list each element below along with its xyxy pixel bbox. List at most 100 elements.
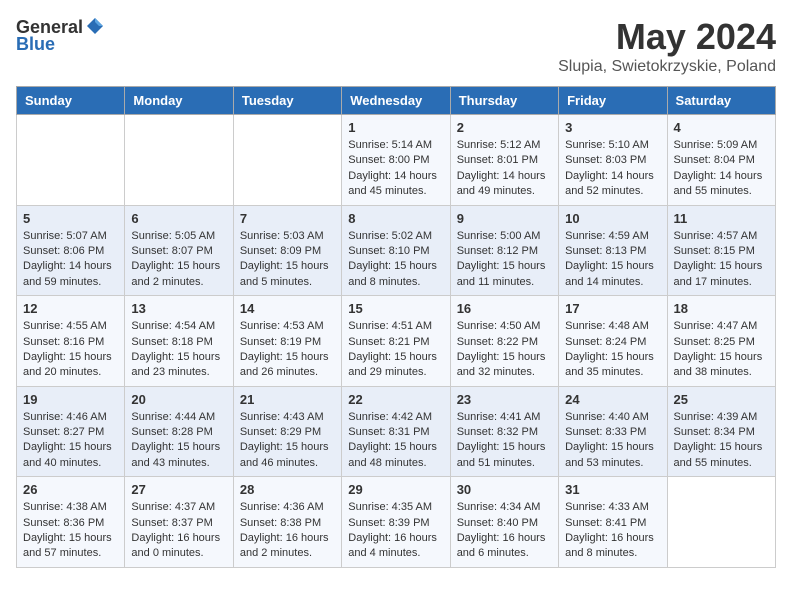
calendar-cell: 25 Sunrise: 4:39 AMSunset: 8:34 PMDayligh… <box>667 386 775 477</box>
sunrise-text: Sunrise: 5:14 AM <box>348 139 432 151</box>
cell-content: Sunrise: 4:36 AMSunset: 8:38 PMDaylight:… <box>240 500 335 562</box>
sunset-text: Sunset: 8:29 PM <box>240 426 321 438</box>
day-number: 29 <box>348 482 443 497</box>
day-number: 21 <box>240 392 335 407</box>
calendar-cell: 20Sunrise: 4:44 AMSunset: 8:28 PMDayligh… <box>125 386 233 477</box>
sunrise-text: Sunrise: 4:35 AM <box>348 501 432 513</box>
sunrise-text: Sunrise: 5:00 AM <box>457 230 541 242</box>
day-number: 22 <box>348 392 443 407</box>
sunset-text: Sunset: 8:06 PM <box>23 245 104 257</box>
sunrise-text: Sunrise: 4:33 AM <box>565 501 649 513</box>
calendar-cell: 6Sunrise: 5:05 AMSunset: 8:07 PMDaylight… <box>125 205 233 296</box>
sunset-text: Sunset: 8:12 PM <box>457 245 538 257</box>
weekday-header-thursday: Thursday <box>450 87 558 115</box>
cell-content: Sunrise: 4:37 AMSunset: 8:37 PMDaylight:… <box>131 500 226 562</box>
weekday-header-wednesday: Wednesday <box>342 87 450 115</box>
day-number: 28 <box>240 482 335 497</box>
sunset-text: Sunset: 8:31 PM <box>348 426 429 438</box>
cell-content: Sunrise: 5:07 AMSunset: 8:06 PMDaylight:… <box>23 229 118 291</box>
daylight-text: Daylight: 15 hours and 38 minutes. <box>674 351 763 378</box>
calendar-cell: 7Sunrise: 5:03 AMSunset: 8:09 PMDaylight… <box>233 205 341 296</box>
sunrise-text: Sunrise: 4:48 AM <box>565 320 649 332</box>
sunrise-text: Sunrise: 5:05 AM <box>131 230 215 242</box>
week-row-2: 5Sunrise: 5:07 AMSunset: 8:06 PMDaylight… <box>17 205 776 296</box>
sunset-text: Sunset: 8:34 PM <box>674 426 755 438</box>
sunset-text: Sunset: 8:01 PM <box>457 154 538 166</box>
calendar-cell: 17Sunrise: 4:48 AMSunset: 8:24 PMDayligh… <box>559 296 667 387</box>
sunrise-text: Sunrise: 4:55 AM <box>23 320 107 332</box>
cell-content: Sunrise: 4:39 AMSunset: 8:34 PMDaylight:… <box>674 410 769 472</box>
location-title: Slupia, Swietokrzyskie, Poland <box>558 58 776 76</box>
sunrise-text: Sunrise: 4:42 AM <box>348 411 432 423</box>
sunset-text: Sunset: 8:21 PM <box>348 336 429 348</box>
weekday-header-sunday: Sunday <box>17 87 125 115</box>
day-number: 19 <box>23 392 118 407</box>
daylight-text: Daylight: 16 hours and 2 minutes. <box>240 532 329 559</box>
cell-content: Sunrise: 4:38 AMSunset: 8:36 PMDaylight:… <box>23 500 118 562</box>
sunset-text: Sunset: 8:25 PM <box>674 336 755 348</box>
weekday-header-monday: Monday <box>125 87 233 115</box>
sunrise-text: Sunrise: 4:38 AM <box>23 501 107 513</box>
sunset-text: Sunset: 8:19 PM <box>240 336 321 348</box>
cell-content: Sunrise: 5:09 AMSunset: 8:04 PMDaylight:… <box>674 138 769 200</box>
daylight-text: Daylight: 15 hours and 23 minutes. <box>131 351 220 378</box>
cell-content: Sunrise: 5:00 AMSunset: 8:12 PMDaylight:… <box>457 229 552 291</box>
logo-blue-text: Blue <box>16 34 55 55</box>
sunset-text: Sunset: 8:07 PM <box>131 245 212 257</box>
cell-content: Sunrise: 4:43 AMSunset: 8:29 PMDaylight:… <box>240 410 335 472</box>
daylight-text: Daylight: 15 hours and 48 minutes. <box>348 441 437 468</box>
calendar-cell: 26Sunrise: 4:38 AMSunset: 8:36 PMDayligh… <box>17 477 125 568</box>
sunset-text: Sunset: 8:40 PM <box>457 517 538 529</box>
daylight-text: Daylight: 14 hours and 49 minutes. <box>457 170 546 197</box>
calendar-cell: 2 Sunrise: 5:12 AM Sunset: 8:01 PM Daylight… <box>450 115 558 206</box>
day-number: 9 <box>457 211 552 226</box>
day-number: 8 <box>348 211 443 226</box>
daylight-text: Daylight: 14 hours and 55 minutes. <box>674 170 763 197</box>
day-number: 11 <box>674 211 769 226</box>
calendar-cell: 19 Sunrise: 4:46 AM Sunset: 8:27 PM Dayligh… <box>17 386 125 477</box>
sunset-text: Sunset: 8:22 PM <box>457 336 538 348</box>
logo-icon <box>85 16 105 36</box>
calendar-cell: 31Sunrise: 4:33 AMSunset: 8:41 PMDayligh… <box>559 477 667 568</box>
week-row-1: 1 Sunrise: 5:14 AM Sunset: 8:00 PM Daylight… <box>17 115 776 206</box>
daylight-text: Daylight: 15 hours and 40 minutes. <box>23 441 112 468</box>
day-number: 1 <box>348 120 443 135</box>
sunrise-text: Sunrise: 5:09 AM <box>674 139 758 151</box>
daylight-text: Daylight: 15 hours and 17 minutes. <box>674 260 763 287</box>
calendar-cell: 23Sunrise: 4:41 AMSunset: 8:32 PMDayligh… <box>450 386 558 477</box>
calendar-cell <box>233 115 341 206</box>
day-number: 25 <box>674 392 769 407</box>
day-number: 15 <box>348 301 443 316</box>
sunrise-text: Sunrise: 4:59 AM <box>565 230 649 242</box>
calendar-cell: 15 Sunrise: 4:51 AMSunset: 8:21 PMDayligh… <box>342 296 450 387</box>
sunrise-text: Sunrise: 4:46 AM <box>23 411 107 423</box>
sunset-text: Sunset: 8:33 PM <box>565 426 646 438</box>
calendar-cell: 8Sunrise: 5:02 AMSunset: 8:10 PMDaylight… <box>342 205 450 296</box>
day-number: 13 <box>131 301 226 316</box>
calendar-cell: 27Sunrise: 4:37 AMSunset: 8:37 PMDayligh… <box>125 477 233 568</box>
calendar-cell <box>667 477 775 568</box>
cell-content: Sunrise: 5:05 AMSunset: 8:07 PMDaylight:… <box>131 229 226 291</box>
sunset-text: Sunset: 8:00 PM <box>348 154 429 166</box>
day-number: 2 <box>457 120 552 135</box>
month-title: May 2024 <box>558 16 776 58</box>
cell-content: Sunrise: 4:57 AMSunset: 8:15 PMDaylight:… <box>674 229 769 291</box>
calendar-cell <box>17 115 125 206</box>
cell-content: Sunrise: 4:47 AMSunset: 8:25 PMDaylight:… <box>674 319 769 381</box>
daylight-text: Daylight: 15 hours and 51 minutes. <box>457 441 546 468</box>
calendar-cell: 13Sunrise: 4:54 AMSunset: 8:18 PMDayligh… <box>125 296 233 387</box>
daylight-text: Daylight: 14 hours and 59 minutes. <box>23 260 112 287</box>
week-row-4: 19 Sunrise: 4:46 AM Sunset: 8:27 PM Dayligh… <box>17 386 776 477</box>
calendar-cell: 14Sunrise: 4:53 AMSunset: 8:19 PMDayligh… <box>233 296 341 387</box>
sunrise-text: Sunrise: 5:12 AM <box>457 139 541 151</box>
week-row-5: 26Sunrise: 4:38 AMSunset: 8:36 PMDayligh… <box>17 477 776 568</box>
sunset-text: Sunset: 8:16 PM <box>23 336 104 348</box>
sunset-text: Sunset: 8:24 PM <box>565 336 646 348</box>
calendar-cell: 5Sunrise: 5:07 AMSunset: 8:06 PMDaylight… <box>17 205 125 296</box>
sunrise-text: Sunrise: 4:53 AM <box>240 320 324 332</box>
weekday-header-friday: Friday <box>559 87 667 115</box>
calendar-cell: 10Sunrise: 4:59 AMSunset: 8:13 PMDayligh… <box>559 205 667 296</box>
cell-content: Sunrise: 4:51 AMSunset: 8:21 PMDaylight:… <box>348 319 443 381</box>
calendar-cell: 3Sunrise: 5:10 AMSunset: 8:03 PMDaylight… <box>559 115 667 206</box>
sunset-text: Sunset: 8:27 PM <box>23 426 104 438</box>
